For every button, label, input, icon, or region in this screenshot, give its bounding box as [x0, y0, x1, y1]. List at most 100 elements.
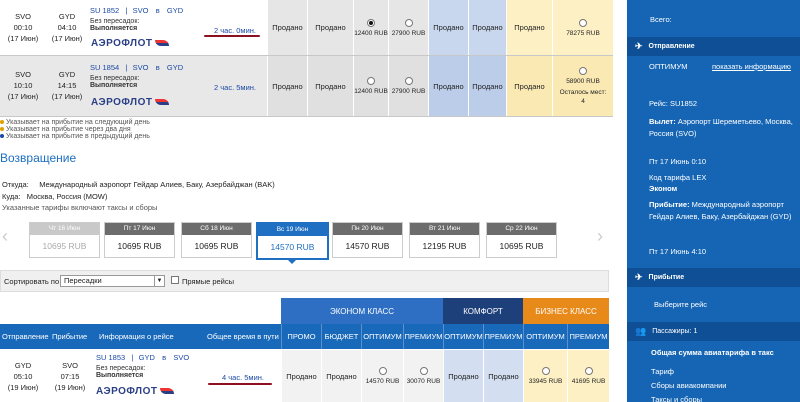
fare-column-header: ОПТИМУМ — [443, 324, 483, 349]
fare-column-header: ПРЕМИУМ — [483, 324, 523, 349]
return-from: Откуда: Международный аэропорт Гейдар Ал… — [2, 180, 275, 189]
fare-radio[interactable] — [378, 367, 387, 375]
departure-time-block: GYD 05:10 (19 Июн) — [7, 361, 39, 392]
fare-promo: Продано — [281, 350, 321, 402]
flight-number-link[interactable]: SU 1854 — [90, 63, 119, 72]
business-class-header: БИЗНЕС КЛАСС — [523, 298, 609, 324]
fare-comfort-optimum: Продано — [443, 350, 483, 402]
direct-flights-label: Прямые рейсы — [182, 277, 235, 286]
direct-flights-checkbox[interactable] — [171, 276, 179, 284]
taxes-note: Указанные тарифы включают таксы и сборы — [2, 203, 158, 212]
flight-row[interactable]: SVO 00:10 (17 Июн) GYD 04:10 (17 Июн) SU… — [0, 0, 613, 56]
chevron-down-icon: ▼ — [154, 276, 164, 286]
fare-column-header: ПРОМО — [281, 324, 321, 349]
date-tab[interactable]: Вт 21 Июн 12195 RUB — [409, 222, 480, 258]
sort-select[interactable]: Пересадки ▼ — [60, 275, 165, 287]
fare-economy-optimum[interactable]: 12400 RUB — [353, 56, 388, 116]
fare-comfort-premium: Продано — [468, 0, 506, 55]
flight-duration: 2 час. 5мин. — [214, 83, 256, 92]
total-fare-title: Общая сумма авиатарифа в такс — [651, 348, 774, 357]
aeroflot-logo: АЭРОФЛОТ — [91, 97, 170, 108]
aeroflot-wing-icon — [155, 40, 170, 47]
flight-duration: 2 час. 0мин. — [214, 26, 256, 35]
flight-info: SU 1852 | SVO в GYD Без пересадок: Выпол… — [90, 6, 184, 32]
flight-number-link[interactable]: SU 1853 — [96, 353, 125, 362]
arrival-time-block: GYD 04:10 (17 Июн) — [51, 12, 83, 43]
fare-comfort-optimum: Продано — [428, 56, 468, 116]
aeroflot-logo: АЭРОФЛОТ — [91, 38, 170, 49]
fare-comfort-premium: Продано — [468, 56, 506, 116]
fare-business-premium[interactable]: 78275 RUB — [552, 0, 613, 55]
departure-time-block: SVO 00:10 (17 Июн) — [7, 12, 39, 43]
fare-economy-optimum[interactable]: 12400 RUB — [353, 0, 388, 55]
flight-number-link[interactable]: SU 1852 — [90, 6, 119, 15]
outbound-section-header: ✈ Отправление — [627, 37, 800, 56]
fare-column-header: ОПТИМУМ — [361, 324, 403, 349]
taxes-label: Таксы и сборы — [651, 395, 703, 402]
show-info-link[interactable]: показать информацию — [712, 61, 791, 73]
scroll-gutter — [613, 0, 627, 402]
date-tab-selected[interactable]: Вс 19 Июн 14570 RUB — [256, 222, 329, 260]
departure-time-block: SVO 10:10 (17 Июн) — [7, 70, 39, 101]
flight-info: SU 1854 | SVO в GYD Без пересадок: Выпол… — [90, 63, 184, 89]
tariff-label: Тариф — [651, 367, 674, 376]
fare-budget: Продано — [307, 56, 353, 116]
fare-comfort-optimum: Продано — [428, 0, 468, 55]
arrival-time-block: GYD 14:15 (17 Июн) — [51, 70, 83, 101]
fare-business-premium[interactable]: 58900 RUB Осталось мест: 4 — [552, 56, 613, 116]
flight-number: Рейс: SU1852 — [649, 99, 698, 108]
passengers-icon: 👥 — [635, 326, 647, 336]
fare-radio[interactable] — [419, 367, 428, 375]
prev-dates-arrow[interactable]: ‹ — [2, 226, 8, 247]
passengers-header: 👥 Пассажиры: 1 — [627, 322, 800, 341]
fare-radio[interactable] — [541, 367, 550, 375]
fare-promo: Продано — [267, 0, 307, 55]
fare-economy-premium[interactable]: 27900 RUB — [388, 0, 428, 55]
fare-radio[interactable] — [404, 18, 413, 27]
fare-budget: Продано — [321, 350, 361, 402]
fare-radio[interactable] — [367, 77, 375, 85]
aeroflot-wing-icon — [155, 99, 170, 106]
fare-radio[interactable] — [367, 18, 375, 27]
fare-economy-optimum[interactable]: 14570 RUB — [361, 350, 403, 402]
arrival-info: Прибытие: Международный аэропорт Гейдар … — [649, 200, 792, 221]
fare-column-header: ОПТИМУМ — [523, 324, 567, 349]
date-tab[interactable]: Ср 22 Июн 10695 RUB — [486, 222, 557, 258]
fare-business-optimum: Продано — [506, 0, 552, 55]
fare-name: ОПТИМУМ — [649, 62, 688, 71]
flight-row[interactable]: SVO 10:10 (17 Июн) GYD 14:15 (17 Июн) SU… — [0, 56, 613, 117]
comfort-class-header: КОМФОРТ — [443, 298, 523, 324]
fare-radio[interactable] — [404, 77, 413, 85]
date-tab: Чт 16 Июн 10695 RUB — [29, 222, 100, 258]
date-tab[interactable]: Сб 18 Июн 10695 RUB — [181, 222, 252, 258]
fare-radio[interactable] — [584, 367, 593, 375]
duration-underline — [208, 383, 272, 385]
fare-economy-premium[interactable]: 27900 RUB — [388, 56, 428, 116]
flight-info: SU 1853 | GYD в SVO Без пересадок: Выпол… — [96, 353, 190, 379]
sort-label: Сортировать по — [4, 277, 60, 286]
fare-business-optimum[interactable]: 33945 RUB — [523, 350, 567, 402]
booking-summary-sidebar: Всего: ✈ Отправление ОПТИМУМ показать инф… — [627, 0, 800, 402]
fare-column-header: ПРЕМИУМ — [403, 324, 443, 349]
aeroflot-wing-icon — [160, 388, 175, 395]
fare-business-premium[interactable]: 41695 RUB — [567, 350, 609, 402]
selected-date-pointer — [287, 259, 297, 264]
sort-bar: Сортировать по Пересадки ▼ Прямые рейсы — [0, 270, 609, 292]
fare-column-header: БЮДЖЕТ — [321, 324, 361, 349]
arrival-time: Пт 17 Июнь 4:10 — [649, 247, 707, 256]
airline-fees-label: Сборы авиакомпании — [651, 381, 727, 390]
plane-landing-icon: ✈ — [635, 272, 643, 282]
date-tab[interactable]: Пт 17 Июн 10695 RUB — [104, 222, 175, 258]
aeroflot-logo: АЭРОФЛОТ — [96, 386, 175, 397]
next-dates-arrow[interactable]: › — [597, 226, 603, 247]
fare-promo: Продано — [267, 56, 307, 116]
column-header-bar: Отправление Прибытие Информация о рейсе … — [0, 324, 281, 349]
arrival-time-block: SVO 07:15 (19 Июн) — [54, 361, 86, 392]
fare-radio[interactable] — [579, 18, 587, 27]
departure-time: Пт 17 Июнь 0:10 — [649, 157, 707, 166]
date-tab[interactable]: Пн 20 Июн 14570 RUB — [332, 222, 403, 258]
arrival-section-header: ✈ Прибытие — [627, 268, 800, 287]
fare-economy-premium[interactable]: 30070 RUB — [403, 350, 443, 402]
fare-radio[interactable] — [579, 67, 587, 75]
flight-row[interactable]: GYD 05:10 (19 Июн) SVO 07:15 (19 Июн) SU… — [0, 350, 613, 402]
